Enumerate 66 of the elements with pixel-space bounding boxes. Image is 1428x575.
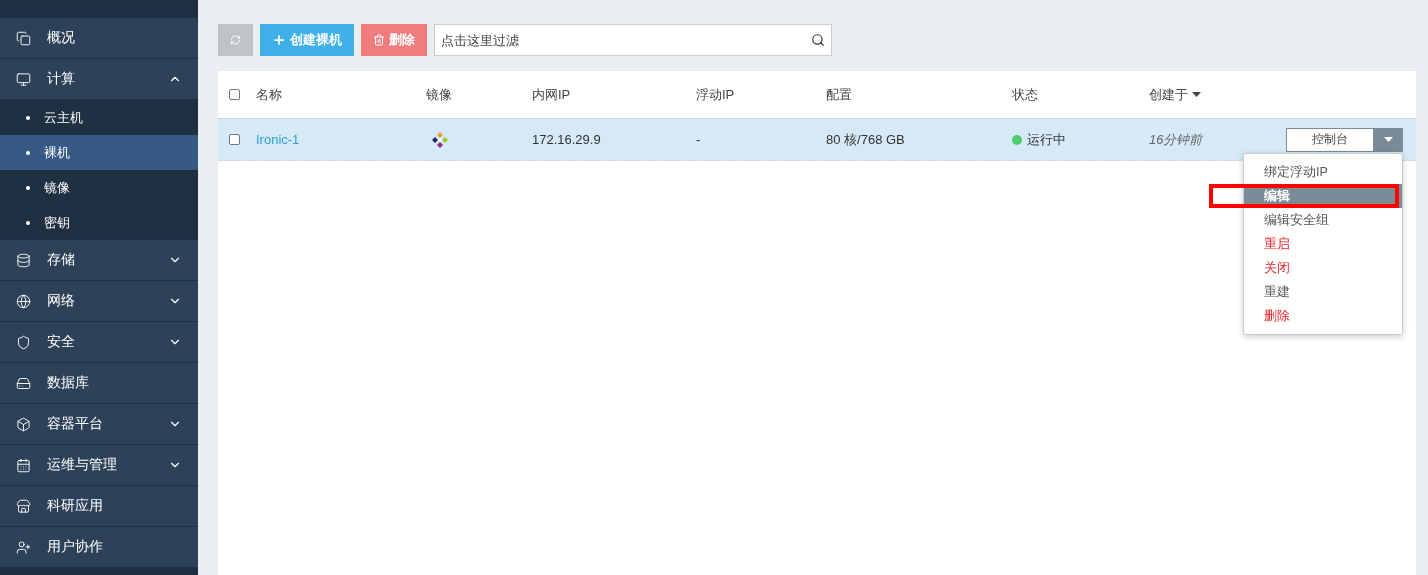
- status-text: 运行中: [1027, 130, 1066, 149]
- sidebar-item[interactable]: 运维与管理: [0, 445, 198, 486]
- sidebar-label: 科研应用: [47, 497, 104, 515]
- menu-item-icon: [16, 539, 31, 555]
- sidebar-item[interactable]: 计算: [0, 59, 198, 100]
- menu-item[interactable]: 绑定浮动IP: [1244, 160, 1402, 184]
- column-header[interactable]: 创建于: [1149, 85, 1286, 104]
- sidebar-label: 数据库: [47, 374, 90, 392]
- column-header[interactable]: 名称: [256, 85, 426, 104]
- menu-item[interactable]: 删除: [1244, 304, 1402, 328]
- dropdown-toggle[interactable]: [1374, 127, 1403, 152]
- sort-caret-icon[interactable]: [1192, 92, 1201, 97]
- column-header[interactable]: 配置: [826, 85, 1012, 104]
- table-row[interactable]: Ironic-1 172.16.29.9 - 80 核/768 GB 运行中 16分钟前 控制台: [218, 119, 1416, 161]
- console-button[interactable]: 控制台: [1286, 127, 1374, 152]
- sidebar-label: 存储: [47, 251, 76, 269]
- sidebar-item[interactable]: 数据库: [0, 363, 198, 404]
- bullet-icon: [26, 220, 30, 225]
- menu-item-icon: [16, 375, 31, 391]
- trash-icon: [373, 34, 385, 46]
- menu-item-icon: [16, 498, 31, 514]
- plus-icon: [272, 33, 286, 47]
- checkbox[interactable]: [229, 134, 240, 145]
- sidebar-label: 用户协作: [47, 538, 104, 556]
- column-header[interactable]: 浮动IP: [696, 85, 826, 104]
- menu-item-icon: [16, 416, 31, 432]
- column-header[interactable]: 镜像: [426, 85, 532, 104]
- menu-item-icon: [16, 71, 31, 87]
- table-cell-text: 16分钟前: [1149, 130, 1205, 149]
- sidebar-label: 网络: [47, 292, 76, 310]
- table-cell-text: 80 核/768 GB: [826, 130, 906, 149]
- menu-item[interactable]: 编辑安全组: [1244, 208, 1402, 232]
- table-cell-text: -: [696, 132, 702, 147]
- menu-item-icon: [16, 334, 31, 350]
- filter-field[interactable]: 点击这里过滤: [434, 24, 832, 56]
- refresh-icon: [230, 33, 241, 47]
- menu-item[interactable]: 重建: [1244, 280, 1402, 304]
- table-cell-text: 172.16.29.9: [532, 132, 602, 147]
- bullet-icon: [26, 150, 30, 155]
- search-icon[interactable]: [811, 33, 825, 47]
- bullet-icon: [26, 185, 30, 190]
- os-logo-icon: [431, 130, 449, 149]
- sidebar-subitem[interactable]: 裸机: [0, 135, 198, 170]
- sidebar-item[interactable]: 存储: [0, 240, 198, 281]
- sidebar-item[interactable]: 安全: [0, 322, 198, 363]
- menu-item-icon: [16, 30, 31, 46]
- menu-item-icon: [16, 252, 31, 268]
- menu-item[interactable]: 关闭: [1244, 256, 1402, 280]
- sidebar-label: 计算: [47, 70, 76, 88]
- caret-icon: [1384, 137, 1393, 142]
- sidebar-label: 运维与管理: [47, 456, 118, 474]
- sidebar-item[interactable]: 网络: [0, 281, 198, 322]
- sidebar-item[interactable]: 科研应用: [0, 486, 198, 527]
- sidebar-item[interactable]: 容器平台: [0, 404, 198, 445]
- sidebar-label: 容器平台: [47, 415, 104, 433]
- sidebar-item[interactable]: 用户协作: [0, 527, 198, 568]
- column-header[interactable]: 状态: [1012, 85, 1149, 104]
- menu-item-icon: [16, 293, 31, 309]
- checkbox[interactable]: [229, 89, 240, 100]
- menu-item-icon: [16, 457, 31, 473]
- menu-item[interactable]: 重启: [1244, 232, 1402, 256]
- bullet-icon: [26, 115, 30, 120]
- sidebar-item[interactable]: 概况: [0, 18, 198, 59]
- sidebar-label: 安全: [47, 333, 76, 351]
- column-header[interactable]: 内网IP: [532, 85, 696, 104]
- sidebar-label: 概况: [47, 29, 76, 47]
